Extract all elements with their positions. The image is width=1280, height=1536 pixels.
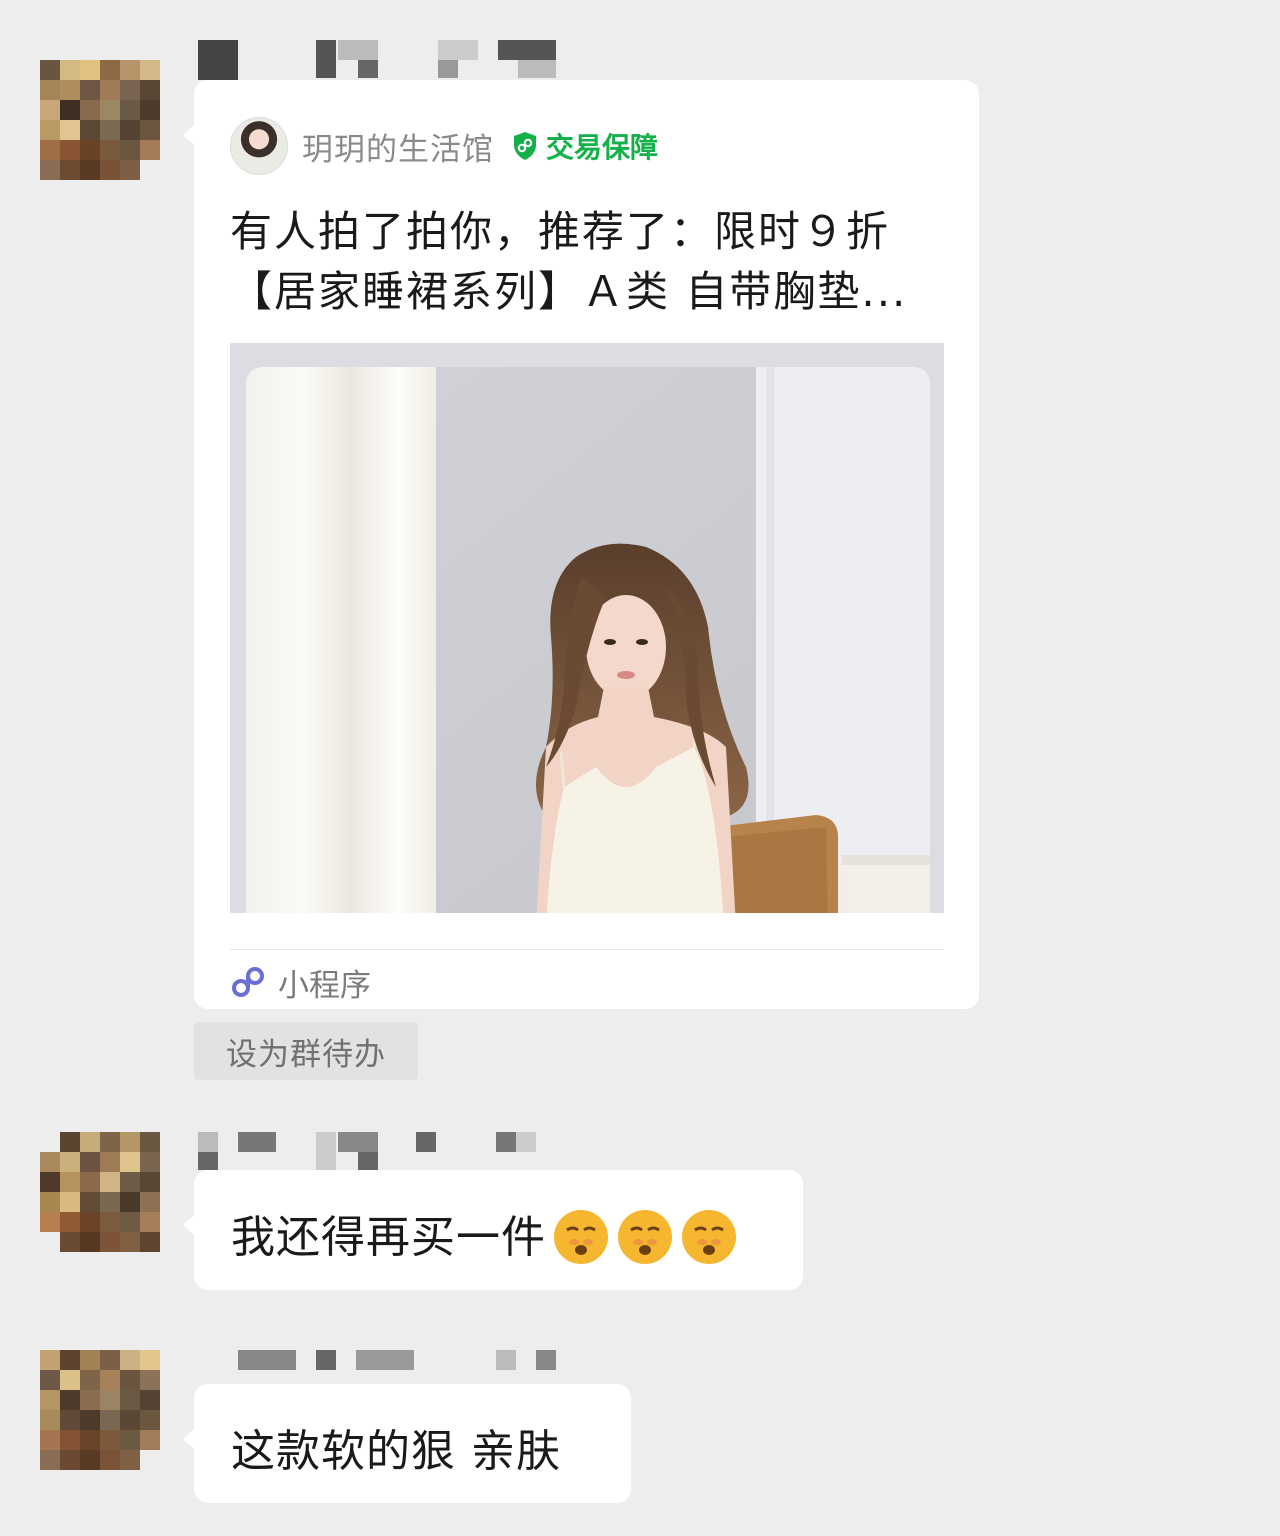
miniprogram-footer: 小程序	[230, 960, 371, 1004]
shop-header: 玥玥的生活馆 交易保障	[230, 116, 658, 176]
card-title: 有人拍了拍你，推荐了：限时９折 【居家睡裙系列】Ａ类 自带胸垫...	[230, 202, 950, 322]
face-with-nose-steam-icon	[682, 1210, 736, 1264]
sender-name	[198, 1132, 538, 1170]
miniprogram-icon	[232, 967, 264, 997]
shield-icon	[514, 132, 536, 160]
message-body: 我还得再买一件	[231, 1212, 546, 1263]
guarantee-label: 交易保障	[546, 131, 659, 164]
card-title-line: 有人拍了拍你，推荐了：限时９折	[230, 207, 891, 256]
avatar[interactable]	[40, 1132, 160, 1252]
avatar[interactable]	[40, 1350, 160, 1470]
card-divider	[230, 949, 944, 950]
card-title-line: 【居家睡裙系列】Ａ类 自带胸垫...	[230, 267, 908, 316]
message-text: 这款软的狠 亲肤	[231, 1426, 561, 1477]
product-image	[230, 343, 944, 913]
face-with-nose-steam-icon	[554, 1210, 608, 1264]
sender-name	[198, 40, 558, 80]
shop-avatar	[230, 117, 288, 175]
miniprogram-label: 小程序	[278, 967, 371, 1004]
message-bubble[interactable]: 我还得再买一件	[183, 1170, 803, 1290]
set-group-todo-button[interactable]: 设为群待办	[194, 1022, 418, 1080]
message-bubble[interactable]: 这款软的狠 亲肤	[183, 1384, 631, 1503]
miniprogram-card[interactable]: 玥玥的生活馆 交易保障 有人拍了拍你，推荐了：限时９折 【居家睡裙系列】Ａ类 自…	[183, 80, 979, 1009]
face-with-nose-steam-icon	[618, 1210, 672, 1264]
product-photo	[246, 367, 930, 913]
avatar[interactable]	[40, 60, 160, 180]
sender-name	[198, 1350, 558, 1386]
shop-name: 玥玥的生活馆	[302, 131, 494, 168]
message-text: 我还得再买一件	[231, 1201, 738, 1266]
